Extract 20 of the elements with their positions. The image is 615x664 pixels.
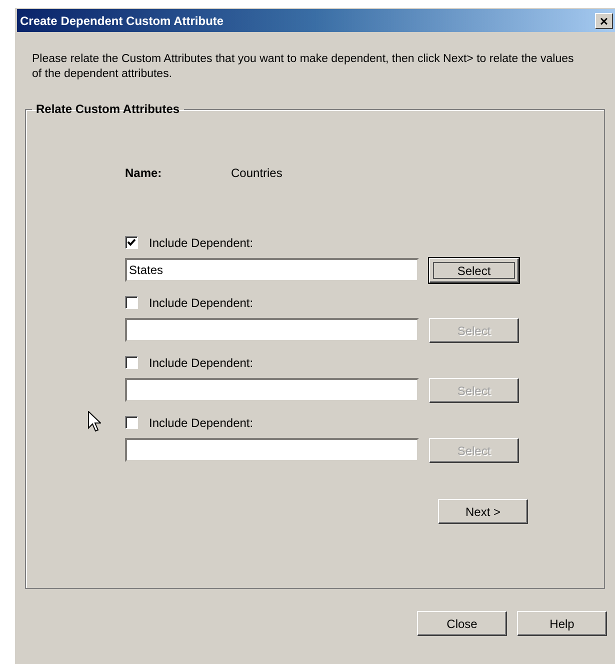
checkbox-label: Include Dependent: [149,236,254,250]
close-button[interactable]: × [595,12,613,28]
window-title: Create Dependent Custom Attribute [20,14,224,28]
name-value: Countries [231,166,282,180]
instruction-text: Please relate the Custom Attributes that you want to make dependent, then click Next> to relate the values of the dependent attributes. [32,52,575,82]
select-button[interactable]: Select [429,258,519,283]
checkbox[interactable] [125,236,138,249]
group-title: Relate Custom Attributes [35,102,181,116]
dialog-button[interactable]: Help [517,611,607,636]
next-button[interactable]: Next > [438,499,528,524]
checkbox-label: Include Dependent: [149,296,254,310]
dependent-field[interactable] [125,378,419,402]
checkbox-label: Include Dependent: [149,356,254,370]
dependent-field[interactable]: States [125,258,419,282]
dialog-button[interactable]: Close [417,611,507,636]
checkbox-label: Include Dependent: [149,416,254,430]
mouse-pointer-icon [88,411,101,432]
name-label: Name: [125,166,163,180]
dependent-field[interactable] [125,318,419,342]
dependent-field[interactable] [125,438,419,462]
